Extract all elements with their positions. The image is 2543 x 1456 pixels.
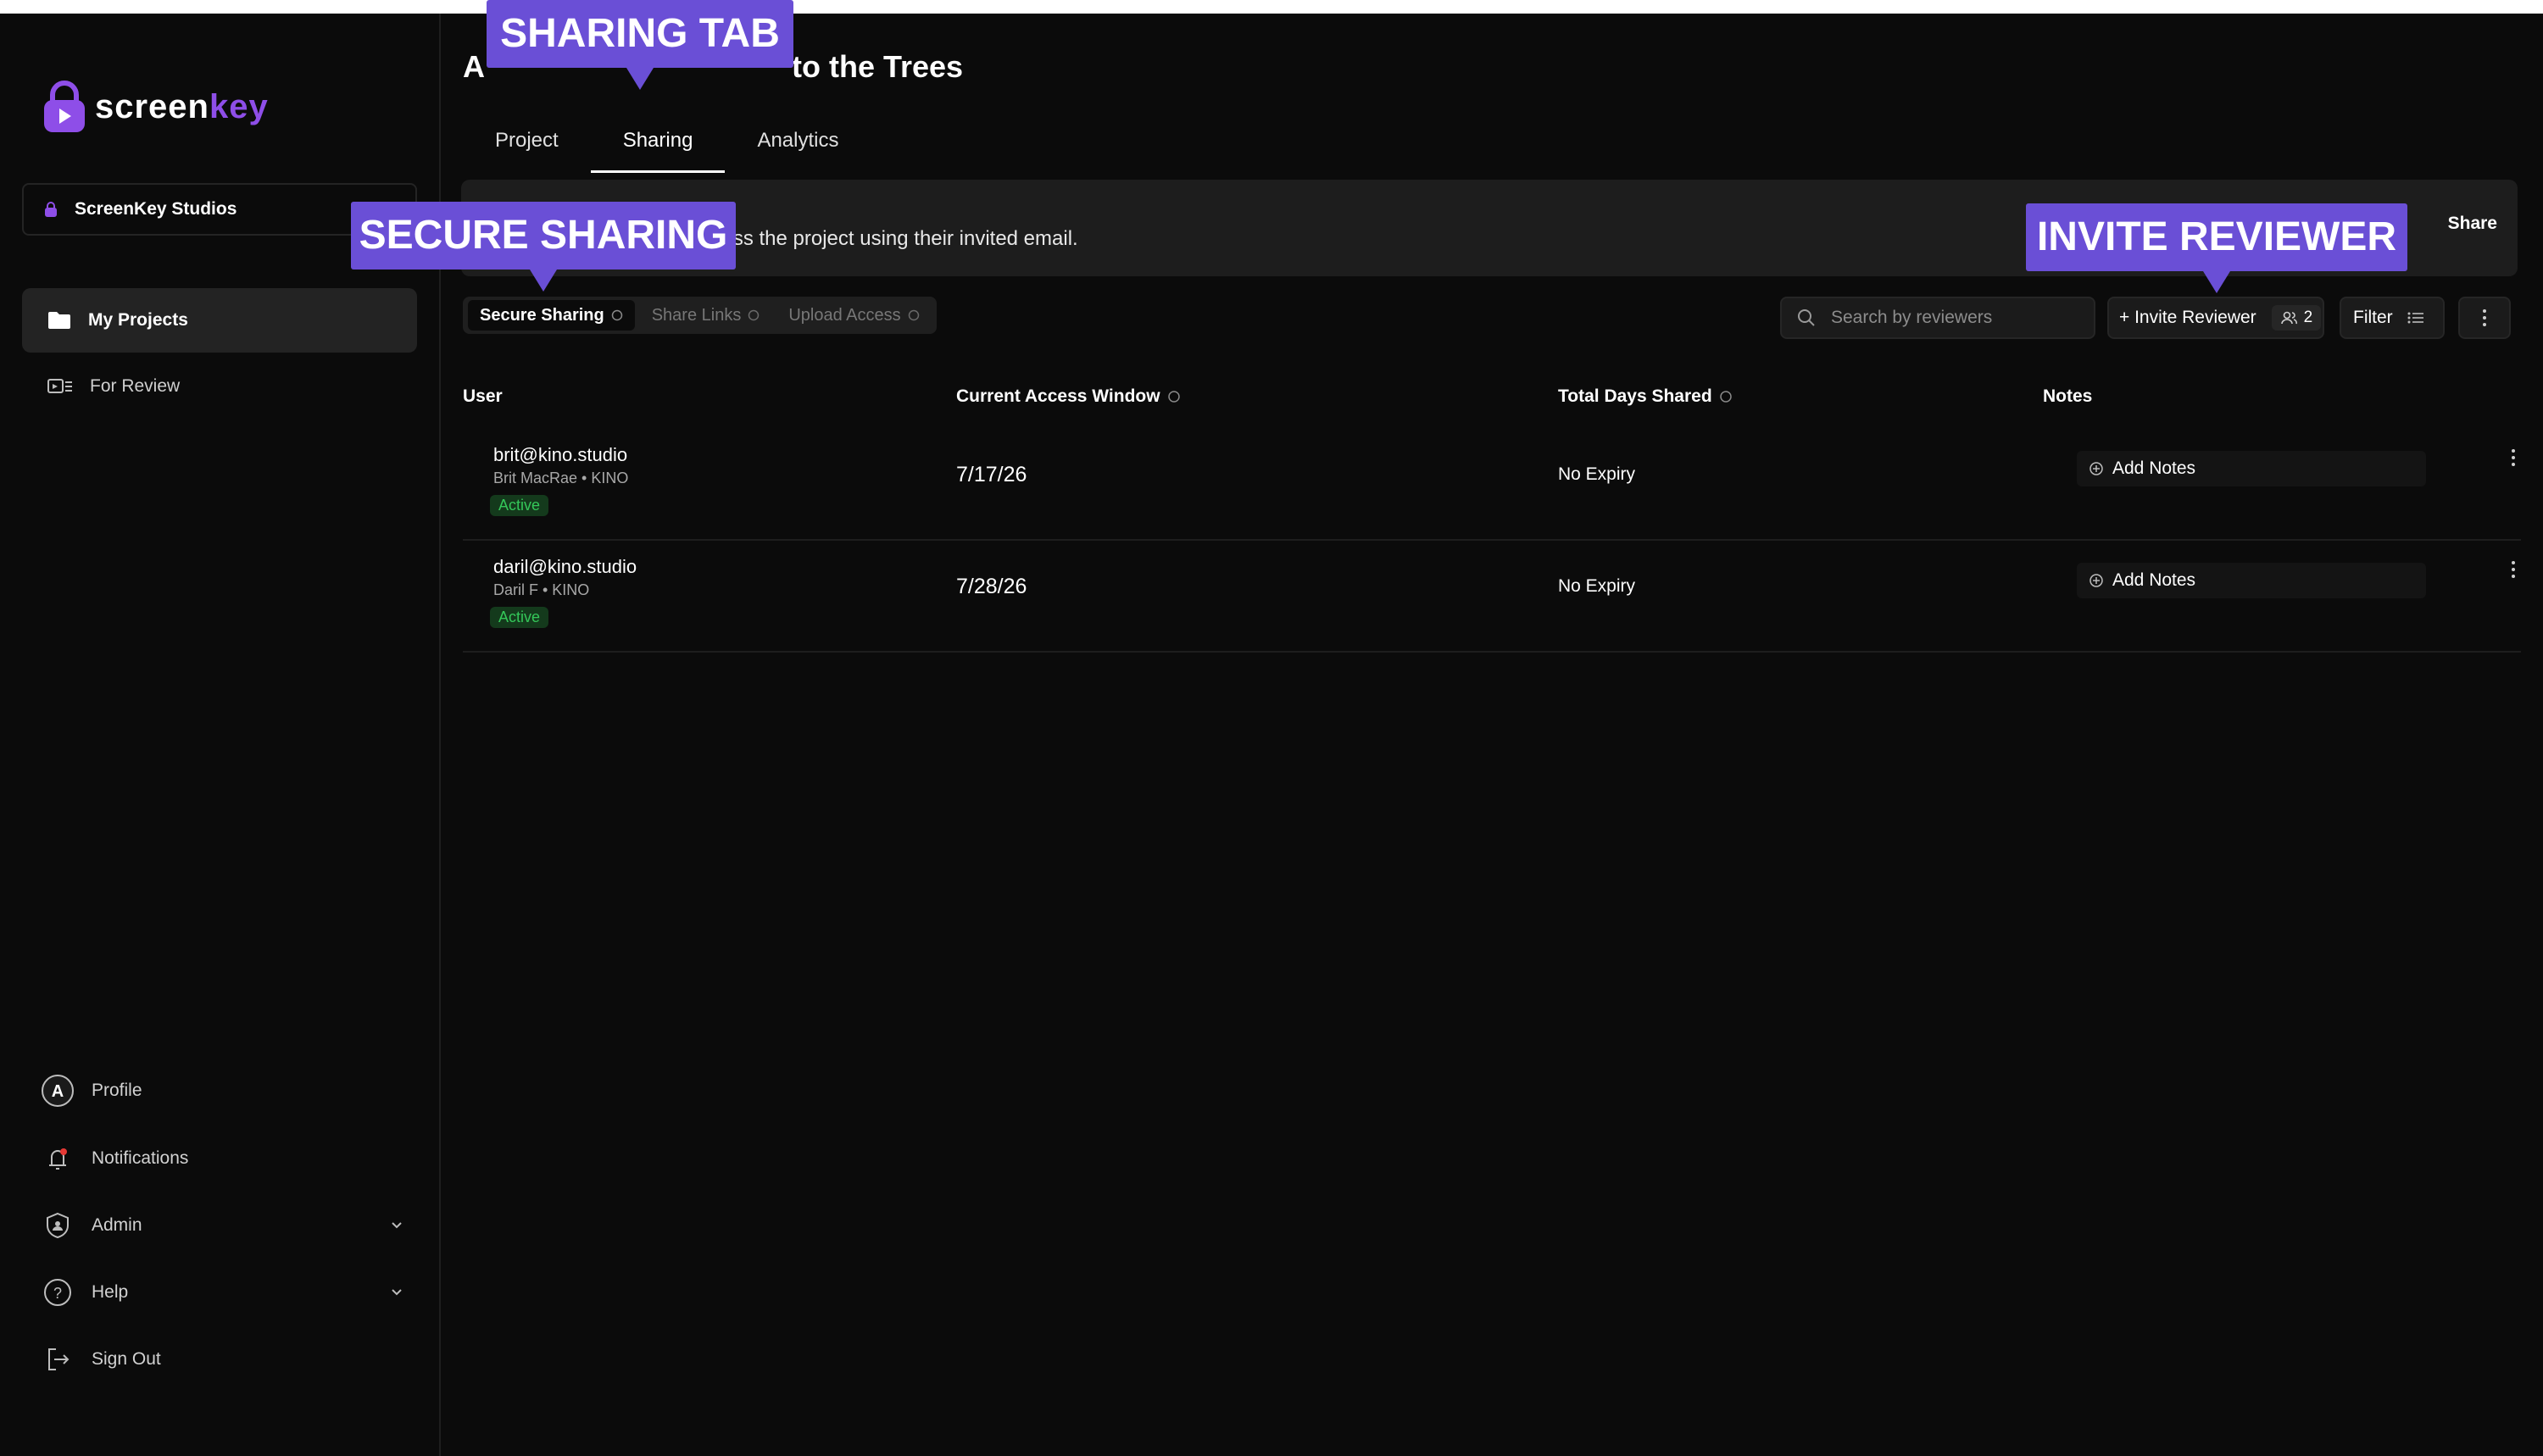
search-icon — [1798, 309, 1815, 326]
svg-text:A: A — [52, 1082, 64, 1101]
info-icon — [611, 309, 622, 321]
shield-icon — [47, 1212, 69, 1239]
info-icon — [748, 309, 760, 321]
sidebar-item-profile[interactable]: A Profile — [41, 1070, 405, 1112]
lock-icon — [45, 202, 57, 217]
column-header-user: User — [463, 386, 503, 406]
share-button[interactable]: Share — [2448, 214, 2497, 234]
add-notes-label: Add Notes — [2112, 570, 2196, 590]
reviewer-count: 2 — [2303, 308, 2313, 326]
table-row[interactable]: brit@kino.studio Brit MacRae • KINO Acti… — [463, 427, 2521, 541]
column-header-days-shared: Total Days Shared — [1558, 386, 1733, 407]
plus-circle-icon — [2089, 574, 2103, 587]
callout-secure-sharing: SECURE SHARING — [351, 202, 736, 292]
column-header-notes: Notes — [2043, 386, 2093, 406]
folder-icon — [48, 312, 70, 329]
sidebar-item-admin[interactable]: Admin — [41, 1204, 405, 1247]
tab-project[interactable]: Project — [463, 108, 591, 173]
subtab-upload-access[interactable]: Upload Access — [776, 300, 931, 331]
subtab-label: Upload Access — [788, 305, 901, 325]
sidebar-item-label: My Projects — [88, 310, 188, 330]
tab-sharing[interactable]: Sharing — [590, 108, 726, 173]
tab-bar: Project Sharing Analytics — [463, 108, 871, 173]
info-icon — [1719, 391, 1732, 403]
invite-label: + Invite Reviewer — [2119, 308, 2256, 327]
search-input[interactable] — [1829, 307, 2087, 329]
sidebar-item-my-projects[interactable]: My Projects — [22, 288, 417, 353]
app-window: screenkey ScreenKey Studios My Projects — [0, 0, 2543, 1456]
sidebar-item-label: Help — [92, 1282, 129, 1302]
callout-invite-reviewer: INVITE REVIEWER — [2026, 203, 2407, 293]
chevron-down-icon — [392, 1289, 402, 1296]
user-name: Brit MacRae • KINO — [493, 470, 629, 486]
sidebar-item-for-review[interactable]: For Review — [22, 354, 417, 419]
sidebar-item-notifications[interactable]: Notifications — [41, 1137, 405, 1180]
kebab-menu-icon — [2483, 309, 2486, 326]
days-shared: No Expiry — [1558, 576, 1636, 596]
sidebar-item-label: Profile — [92, 1081, 142, 1100]
avatar-icon: A — [42, 1075, 74, 1107]
access-window: 7/17/26 — [956, 463, 1027, 486]
user-email: daril@kino.studio — [493, 556, 637, 577]
status-badge: Active — [490, 495, 549, 516]
list-icon — [2407, 312, 2423, 324]
user-name: Daril F • KINO — [493, 581, 590, 598]
filter-label: Filter — [2353, 308, 2393, 327]
chevron-down-icon — [392, 1222, 402, 1229]
more-options-button[interactable] — [2458, 297, 2511, 339]
row-menu-icon[interactable] — [2511, 447, 2516, 468]
subtab-label: Secure Sharing — [480, 305, 604, 325]
filter-button[interactable]: Filter — [2340, 297, 2445, 339]
sharing-subtabs: Secure Sharing Share Links Upload Access — [463, 297, 937, 334]
callout-sharing-tab: SHARING TAB — [487, 0, 793, 90]
sidebar-item-label: Admin — [92, 1215, 142, 1235]
users-icon — [2280, 311, 2297, 325]
lock-logo-icon — [44, 81, 85, 132]
help-icon: ? — [44, 1279, 71, 1306]
svg-text:?: ? — [53, 1285, 62, 1302]
bell-icon — [49, 1148, 67, 1170]
add-notes-button[interactable]: Add Notes — [2077, 451, 2426, 486]
status-badge: Active — [490, 607, 549, 628]
sidebar-item-sign-out[interactable]: Sign Out — [41, 1338, 405, 1381]
subtab-share-links[interactable]: Share Links — [640, 300, 772, 331]
logo-text: screenkey — [95, 87, 269, 125]
invite-reviewer-button[interactable]: + Invite Reviewer 2 — [2107, 297, 2324, 339]
plus-circle-icon — [2089, 462, 2103, 475]
info-icon — [908, 309, 919, 321]
sign-out-icon — [48, 1348, 70, 1370]
add-notes-label: Add Notes — [2112, 458, 2196, 478]
sidebar-item-label: Sign Out — [92, 1349, 161, 1369]
sidebar-item-label: Notifications — [92, 1148, 189, 1168]
sidebar-item-label: For Review — [90, 376, 181, 396]
access-window: 7/28/26 — [956, 575, 1027, 598]
reviewer-count-badge: 2 — [2271, 305, 2322, 331]
column-header-access-window: Current Access Window — [956, 386, 1181, 407]
org-name: ScreenKey Studios — [75, 199, 237, 219]
table-row[interactable]: daril@kino.studio Daril F • KINO Active … — [463, 539, 2521, 653]
sidebar-item-help[interactable]: ? Help — [41, 1271, 405, 1314]
add-notes-button[interactable]: Add Notes — [2077, 563, 2426, 598]
subtab-secure-sharing[interactable]: Secure Sharing — [468, 300, 635, 331]
row-menu-icon[interactable] — [2511, 559, 2516, 580]
subtab-label: Share Links — [651, 305, 742, 325]
tab-analytics[interactable]: Analytics — [725, 108, 871, 173]
days-shared: No Expiry — [1558, 464, 1636, 484]
review-icon — [47, 379, 72, 393]
info-icon — [1167, 391, 1180, 403]
logo[interactable]: screenkey — [42, 80, 269, 134]
search-box — [1780, 297, 2095, 339]
user-email: brit@kino.studio — [493, 444, 628, 465]
